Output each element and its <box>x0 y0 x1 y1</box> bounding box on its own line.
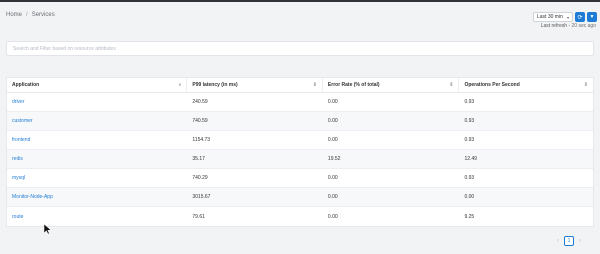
chevron-down-icon: ▾ <box>566 14 569 20</box>
refresh-options-button[interactable]: ▼ <box>587 12 597 22</box>
breadcrumb-separator: / <box>26 12 28 18</box>
column-header-label: Application <box>12 82 40 88</box>
table-row[interactable]: mysql 740.29 0.00 0.93 <box>7 169 593 188</box>
column-header-label: P99 latency (in ms) <box>192 82 238 88</box>
column-p99-latency[interactable]: P99 latency (in ms) ⇕ <box>187 78 323 92</box>
application-link[interactable]: driver <box>7 99 187 105</box>
ops-per-second-cell: 0.93 <box>464 118 475 124</box>
caret-down-icon: ▼ <box>589 14 595 20</box>
top-border <box>0 0 600 2</box>
application-link[interactable]: Monitor-Node-App <box>7 194 187 200</box>
application-link[interactable]: route <box>7 214 187 220</box>
column-header-label: Operations Per Second <box>464 82 520 88</box>
breadcrumb-services: Services <box>31 12 55 18</box>
ops-per-second-cell: 0.93 <box>464 99 475 105</box>
column-error-rate[interactable]: Error Rate (% of total) ⇕ <box>323 78 460 92</box>
sort-icon[interactable]: ⇕ <box>584 82 588 88</box>
pagination: ‹ 1 › <box>557 236 581 246</box>
sort-icon[interactable]: ⇕ <box>449 82 453 88</box>
error-rate-cell: 0.00 <box>327 175 338 181</box>
table-row[interactable]: customer 740.59 0.00 0.93 <box>7 112 593 131</box>
refresh-icon: ⟳ <box>577 14 583 21</box>
time-controls: Last 30 min ▾ ⟳ ▼ <box>533 12 597 22</box>
ops-per-second-cell: 0.93 <box>464 175 475 181</box>
ops-per-second-cell: 12.49 <box>464 156 477 162</box>
column-ops-per-second[interactable]: Operations Per Second ⇕ <box>459 78 593 92</box>
error-rate-cell: 0.00 <box>327 213 338 220</box>
error-rate-cell: 19.52 <box>327 156 341 162</box>
last-refresh-text: Last refresh - 20 sec ago <box>541 23 596 29</box>
page-number-current[interactable]: 1 <box>564 236 574 246</box>
next-page-icon[interactable]: › <box>579 238 581 244</box>
error-rate-cell: 0.00 <box>327 194 338 200</box>
search-icon[interactable]: ⌕ <box>179 82 182 88</box>
p99-latency-cell: 740.59 <box>192 118 208 124</box>
ops-per-second-cell: 0.93 <box>464 137 475 143</box>
table-row[interactable]: Monitor-Node-App 3015.67 0.00 0.00 <box>7 188 593 207</box>
resource-search-input[interactable]: Search and Filter based on resource attr… <box>6 41 594 56</box>
p99-latency-cell: 3015.67 <box>192 194 211 200</box>
prev-page-icon[interactable]: ‹ <box>557 238 559 244</box>
application-link[interactable]: customer <box>7 118 187 124</box>
services-table: Application ⌕ P99 latency (in ms) ⇕ Erro… <box>6 77 594 227</box>
application-link[interactable]: mysql <box>7 175 187 181</box>
error-rate-cell: 0.00 <box>327 99 338 105</box>
ops-per-second-cell: 0.00 <box>464 194 475 200</box>
breadcrumb: Home / Services <box>6 12 55 18</box>
application-link[interactable]: frontend <box>7 137 187 143</box>
error-rate-cell: 0.00 <box>327 118 338 124</box>
table-row[interactable]: frontend 1154.73 0.00 0.93 <box>7 131 593 150</box>
search-placeholder: Search and Filter based on resource attr… <box>13 45 116 52</box>
table-row[interactable]: redis 35.17 19.52 12.49 <box>7 150 593 169</box>
p99-latency-cell: 740.29 <box>192 175 208 181</box>
table-row[interactable]: route 79.61 0.00 9.25 <box>7 207 593 226</box>
breadcrumb-home[interactable]: Home <box>6 12 22 18</box>
p99-latency-cell: 35.17 <box>192 156 205 162</box>
ops-per-second-cell: 9.25 <box>464 213 475 220</box>
time-range-select[interactable]: Last 30 min ▾ <box>533 12 573 22</box>
table-header: Application ⌕ P99 latency (in ms) ⇕ Erro… <box>7 78 593 93</box>
table-row[interactable]: driver 240.59 0.00 0.93 <box>7 93 593 112</box>
p99-latency-cell: 1154.73 <box>192 137 211 143</box>
sort-icon[interactable]: ⇕ <box>313 82 317 88</box>
p99-latency-cell: 79.61 <box>192 213 205 220</box>
last-refresh-ago: 20 sec ago <box>571 23 596 29</box>
time-range-value: Last 30 min <box>537 14 563 20</box>
column-application[interactable]: Application ⌕ <box>7 78 188 92</box>
refresh-button[interactable]: ⟳ <box>575 12 585 22</box>
last-refresh-label: Last refresh <box>540 23 568 29</box>
column-header-label: Error Rate (% of total) <box>327 82 380 88</box>
application-link[interactable]: redis <box>7 156 187 162</box>
error-rate-cell: 0.00 <box>327 137 338 143</box>
mouse-cursor-icon <box>44 224 52 234</box>
p99-latency-cell: 240.59 <box>192 99 208 105</box>
